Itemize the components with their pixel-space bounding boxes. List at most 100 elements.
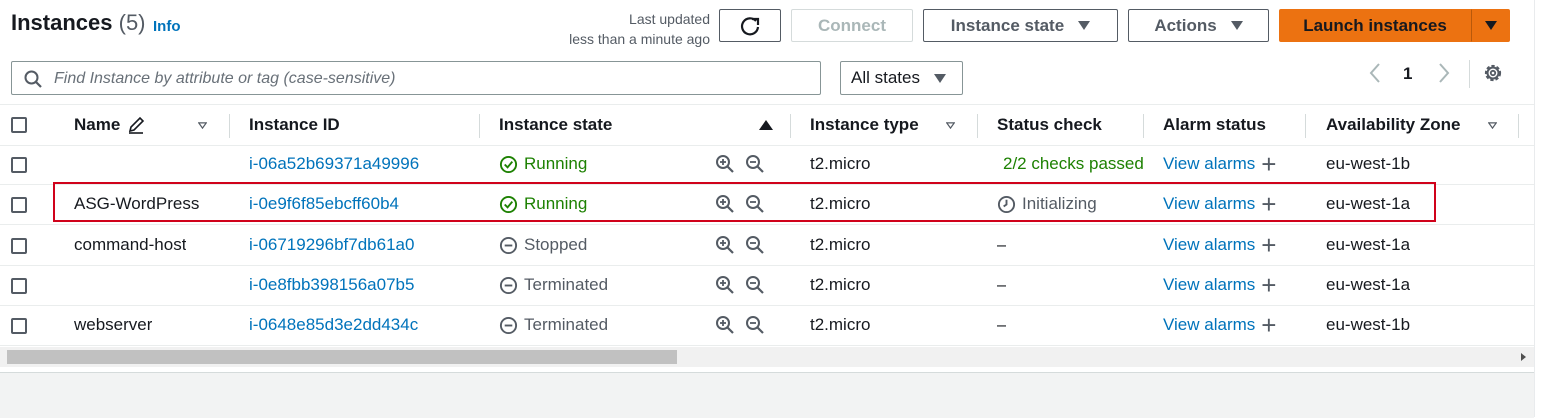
instances-panel: Instances (5) Info Last updated less tha… xyxy=(0,0,1534,372)
zoom-in-icon[interactable] xyxy=(715,315,735,335)
stopped-circle-icon xyxy=(499,316,518,334)
instance-state: Running xyxy=(499,144,587,184)
chevron-down-icon xyxy=(933,73,946,83)
row-checkbox[interactable] xyxy=(11,197,27,213)
view-alarms-link[interactable]: View alarms xyxy=(1163,235,1255,255)
instance-id-link[interactable]: i-06a52b69371a49996 xyxy=(249,144,419,184)
column-header-alarm-status[interactable]: Alarm status xyxy=(1163,105,1266,145)
alarm-status: View alarms + xyxy=(1163,225,1276,265)
scrollbar-thumb[interactable] xyxy=(7,350,677,364)
column-divider xyxy=(479,114,480,138)
state-filter-select[interactable]: All states xyxy=(840,61,963,95)
column-divider xyxy=(1305,114,1306,138)
stopped-circle-icon xyxy=(499,276,518,294)
column-header-instance-id[interactable]: Instance ID xyxy=(249,105,340,145)
chevron-down-icon xyxy=(1230,21,1243,30)
availability-zone: eu-west-1a xyxy=(1326,275,1411,294)
search-icon xyxy=(24,70,42,88)
instance-type: t2.micro xyxy=(810,235,871,254)
last-updated: Last updated less than a minute ago xyxy=(569,11,710,47)
add-alarm-icon[interactable]: + xyxy=(1261,312,1276,338)
row-checkbox[interactable] xyxy=(11,278,27,294)
instance-type: t2.micro xyxy=(810,315,871,334)
info-link[interactable]: Info xyxy=(153,18,181,35)
table-row[interactable]: i-06a52b69371a49996 Running t2.micro 2/2… xyxy=(0,144,1534,185)
actions-button[interactable]: Actions xyxy=(1128,9,1269,42)
zoom-out-icon[interactable] xyxy=(745,154,765,174)
page-title: Instances (5) xyxy=(11,10,146,35)
check-circle-icon xyxy=(499,155,518,173)
sort-icon[interactable] xyxy=(198,122,207,129)
table-row[interactable]: i-0e8fbb398156a07b5 Terminated t2.micro … xyxy=(0,265,1534,306)
instance-count: (5) xyxy=(118,10,146,35)
zoom-in-icon[interactable] xyxy=(715,275,735,295)
instance-type: t2.micro xyxy=(810,275,871,294)
table-header: Name Instance ID Instance state Instance… xyxy=(0,104,1534,146)
availability-zone: eu-west-1b xyxy=(1326,315,1411,334)
alarm-status: View alarms + xyxy=(1163,305,1276,345)
status-check: – xyxy=(997,315,1007,334)
current-page-number[interactable]: 1 xyxy=(1403,64,1412,84)
add-alarm-icon[interactable]: + xyxy=(1261,272,1276,298)
gear-icon[interactable] xyxy=(1482,62,1504,84)
sort-icon[interactable] xyxy=(946,122,955,129)
table-row[interactable]: webserver i-0648e85d3e2dd434c Terminated… xyxy=(0,305,1534,346)
chevron-down-icon xyxy=(1078,21,1091,30)
instance-name: command-host xyxy=(74,235,187,254)
split-panel-area xyxy=(0,372,1534,418)
instance-state: Terminated xyxy=(499,305,608,345)
column-divider xyxy=(229,114,230,138)
chevron-right-icon[interactable] xyxy=(1437,62,1451,84)
row-checkbox[interactable] xyxy=(11,157,27,173)
select-all-checkbox[interactable] xyxy=(11,117,27,133)
view-alarms-link[interactable]: View alarms xyxy=(1163,315,1255,335)
view-alarms-link[interactable]: View alarms xyxy=(1163,275,1255,295)
column-divider xyxy=(1143,114,1144,138)
instance-name: webserver xyxy=(74,315,153,334)
instance-state: Stopped xyxy=(499,225,587,265)
edit-pencil-icon xyxy=(129,116,145,134)
refresh-icon xyxy=(740,16,760,35)
column-divider xyxy=(790,114,791,138)
column-header-name[interactable]: Name xyxy=(74,105,146,145)
column-header-instance-type[interactable]: Instance type xyxy=(810,105,919,145)
status-check: – xyxy=(997,235,1007,254)
instance-id-link[interactable]: i-0e8fbb398156a07b5 xyxy=(249,265,414,305)
instance-type: t2.micro xyxy=(810,154,871,173)
zoom-out-icon[interactable] xyxy=(745,315,765,335)
row-checkbox[interactable] xyxy=(11,318,27,334)
search-field[interactable] xyxy=(11,61,821,96)
add-alarm-icon[interactable]: + xyxy=(1261,151,1276,177)
zoom-out-icon[interactable] xyxy=(745,275,765,295)
sort-ascending-icon[interactable] xyxy=(759,120,773,130)
instance-state-button[interactable]: Instance state xyxy=(923,9,1118,42)
sort-icon[interactable] xyxy=(1488,122,1497,129)
column-header-availability-zone[interactable]: Availability Zone xyxy=(1326,105,1460,145)
scroll-right-arrow-icon[interactable] xyxy=(1521,353,1526,361)
instance-id-link[interactable]: i-06719296bf7db61a0 xyxy=(249,225,414,265)
column-divider xyxy=(977,114,978,138)
instance-id-link[interactable]: i-0648e85d3e2dd434c xyxy=(249,305,418,345)
horizontal-scrollbar[interactable] xyxy=(0,347,1534,367)
chevron-left-icon[interactable] xyxy=(1368,62,1382,84)
availability-zone: eu-west-1b xyxy=(1326,154,1411,173)
zoom-out-icon[interactable] xyxy=(745,235,765,255)
column-header-status-check[interactable]: Status check xyxy=(997,105,1102,145)
zoom-in-icon[interactable] xyxy=(715,235,735,255)
table-row[interactable]: command-host i-06719296bf7db61a0 Stopped… xyxy=(0,225,1534,266)
refresh-button[interactable] xyxy=(719,9,781,42)
add-alarm-icon[interactable]: + xyxy=(1261,232,1276,258)
connect-button[interactable]: Connect xyxy=(791,9,913,42)
row-checkbox[interactable] xyxy=(11,238,27,254)
view-alarms-link[interactable]: View alarms xyxy=(1163,154,1255,174)
search-input[interactable] xyxy=(52,62,816,96)
pager-divider xyxy=(1469,60,1470,88)
alarm-status: View alarms + xyxy=(1163,265,1276,305)
zoom-in-icon[interactable] xyxy=(715,154,735,174)
launch-options-dropdown[interactable] xyxy=(1471,9,1510,42)
column-divider xyxy=(1518,114,1519,138)
column-header-instance-state[interactable]: Instance state xyxy=(499,105,612,145)
chevron-down-icon xyxy=(1484,21,1497,30)
launch-instances-button[interactable]: Launch instances xyxy=(1279,9,1471,42)
right-side-panel xyxy=(1534,0,1556,417)
